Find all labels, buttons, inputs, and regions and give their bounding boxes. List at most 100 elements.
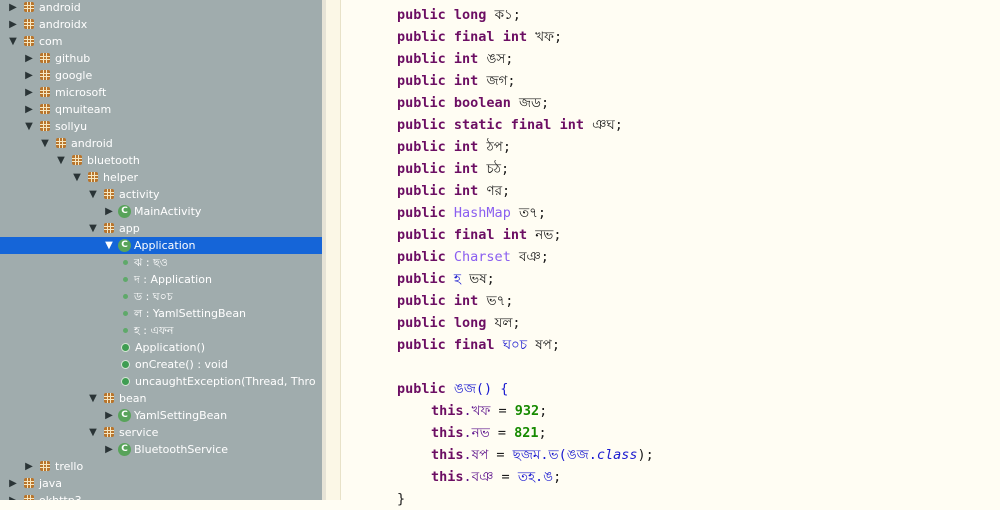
package-icon <box>104 427 114 437</box>
field-type: Charset <box>453 249 511 265</box>
expanded-arrow-icon[interactable]: ▼ <box>56 152 66 169</box>
this-keyword: this <box>431 403 464 419</box>
tree-item[interactable]: ▼ com <box>0 33 322 50</box>
field-name: ষপ; <box>535 337 560 353</box>
method-icon <box>121 377 130 386</box>
expanded-arrow-icon[interactable]: ▼ <box>72 169 82 186</box>
code-editor[interactable]: public long ক১; public final int খফ; publi… <box>397 0 1000 507</box>
tree-item[interactable]: Application() <box>0 339 322 356</box>
code-line[interactable]: public final int নভ; <box>397 224 561 246</box>
collapsed-arrow-icon[interactable]: ▶ <box>24 101 34 118</box>
code-line[interactable]: public HashMap ত৭; <box>397 202 546 224</box>
tree-item[interactable]: ▶ github <box>0 50 322 67</box>
tree-item[interactable]: ▶ androidx <box>0 16 322 33</box>
code-line[interactable]: public int ভ৭; <box>397 290 513 312</box>
expanded-arrow-icon[interactable]: ▼ <box>88 390 98 407</box>
expanded-arrow-icon[interactable]: ▼ <box>8 33 18 50</box>
code-line[interactable]: } <box>397 488 405 510</box>
tree-item[interactable]: onCreate() : void <box>0 356 322 373</box>
field-name: ঠপ; <box>486 139 511 155</box>
tree-item[interactable]: ▶ C YamlSettingBean <box>0 407 322 424</box>
code-line[interactable]: public int চঠ; <box>397 158 509 180</box>
field-type: int <box>453 293 479 309</box>
collapsed-arrow-icon[interactable]: ▶ <box>8 16 18 33</box>
project-tree-panel[interactable]: ▶ android ▶ androidx ▼ com ▶ github ▶ google ▶ micr… <box>0 0 322 500</box>
tree-item[interactable]: ▼ C Application <box>0 237 322 254</box>
tree-item[interactable]: ▶ C BluetoothService <box>0 441 322 458</box>
field-type: int <box>559 117 584 133</box>
tree-item-label: github <box>55 52 91 65</box>
field-type: ঘ০চ <box>502 337 528 353</box>
field-icon <box>123 260 128 265</box>
tree-item[interactable]: ▶ java <box>0 475 322 492</box>
collapsed-arrow-icon[interactable]: ▶ <box>24 84 34 101</box>
tree-item-label: uncaughtException(Thread, Thro <box>135 375 316 388</box>
field-reference: .খফ <box>463 403 491 419</box>
tree-item[interactable]: ▼ activity <box>0 186 322 203</box>
code-line[interactable]: this.খফ = 932; <box>431 400 547 422</box>
code-line[interactable]: public final int খফ; <box>397 26 562 48</box>
code-line[interactable]: public int ণর; <box>397 180 510 202</box>
tree-item[interactable]: ▶ trello <box>0 458 322 475</box>
code-line[interactable]: public long যল; <box>397 312 521 334</box>
tree-item[interactable]: দ : Application <box>0 271 322 288</box>
code-line[interactable]: public int ঙস; <box>397 48 513 70</box>
package-icon <box>56 138 66 148</box>
collapsed-arrow-icon[interactable]: ▶ <box>24 67 34 84</box>
tree-item[interactable]: ▼ bean <box>0 390 322 407</box>
tree-item[interactable]: ▶ okhttp3 <box>0 492 322 500</box>
tree-item-label: activity <box>119 188 160 201</box>
code-line[interactable]: public static final int ঞঘ; <box>397 114 623 136</box>
collapsed-arrow-icon[interactable]: ▶ <box>104 203 114 220</box>
collapsed-arrow-icon[interactable]: ▶ <box>104 407 114 424</box>
collapsed-arrow-icon[interactable]: ▶ <box>104 441 114 458</box>
tree-item[interactable]: ▶ android <box>0 0 322 16</box>
tree-item[interactable]: ▼ helper <box>0 169 322 186</box>
tree-item[interactable]: হ : এফন <box>0 322 322 339</box>
expression: তহ.ঙ <box>517 469 554 485</box>
code-line[interactable]: this.বঞ = তহ.ঙ; <box>431 466 561 488</box>
collapsed-arrow-icon[interactable]: ▶ <box>8 492 18 500</box>
tree-item-label: okhttp3 <box>39 492 82 500</box>
tree-item[interactable]: ▶ qmuiteam <box>0 101 322 118</box>
collapsed-arrow-icon[interactable]: ▶ <box>8 0 18 16</box>
tree-item[interactable]: ▼ app <box>0 220 322 237</box>
code-line[interactable]: public Charset বঞ; <box>397 246 549 268</box>
assign-operator: = <box>488 447 513 463</box>
expanded-arrow-icon[interactable]: ▼ <box>24 118 34 135</box>
tree-item[interactable]: uncaughtException(Thread, Thro <box>0 373 322 390</box>
tree-item[interactable]: ▼ sollyu <box>0 118 322 135</box>
code-line[interactable]: public boolean জড; <box>397 92 549 114</box>
modifier-keyword: public <box>397 161 446 177</box>
field-type: হ <box>453 271 462 287</box>
collapsed-arrow-icon[interactable]: ▶ <box>24 50 34 67</box>
tree-item[interactable]: ▶ google <box>0 67 322 84</box>
package-icon <box>40 461 50 471</box>
expanded-arrow-icon[interactable]: ▼ <box>104 237 114 254</box>
tree-item[interactable]: ড : ঘ০চ <box>0 288 322 305</box>
expanded-arrow-icon[interactable]: ▼ <box>40 135 50 152</box>
code-line[interactable]: public int ঠপ; <box>397 136 511 158</box>
code-line[interactable]: public int জগ; <box>397 70 516 92</box>
code-line[interactable]: public ঙজ() { <box>397 378 508 400</box>
collapsed-arrow-icon[interactable]: ▶ <box>8 475 18 492</box>
tree-item-label: ঝ : ছও <box>134 256 168 269</box>
expanded-arrow-icon[interactable]: ▼ <box>88 424 98 441</box>
tree-item-label: onCreate() : void <box>135 358 228 371</box>
tree-item[interactable]: ▼ android <box>0 135 322 152</box>
collapsed-arrow-icon[interactable]: ▶ <box>24 458 34 475</box>
tree-item[interactable]: ▶ C MainActivity <box>0 203 322 220</box>
tree-item[interactable]: ঝ : ছও <box>0 254 322 271</box>
code-line[interactable]: public হ ভষ; <box>397 268 495 290</box>
tree-item[interactable]: ল : YamlSettingBean <box>0 305 322 322</box>
expanded-arrow-icon[interactable]: ▼ <box>88 220 98 237</box>
expanded-arrow-icon[interactable]: ▼ <box>88 186 98 203</box>
code-line[interactable]: public final ঘ০চ ষপ; <box>397 334 560 356</box>
tree-item[interactable]: ▼ service <box>0 424 322 441</box>
code-line[interactable]: this.নভ = 821; <box>431 422 547 444</box>
tree-item[interactable]: ▶ microsoft <box>0 84 322 101</box>
tree-item[interactable]: ▼ bluetooth <box>0 152 322 169</box>
code-line[interactable]: this.ষপ = ছজম.ভ(ঙজ.class); <box>431 444 654 466</box>
package-icon <box>104 189 114 199</box>
code-line[interactable]: public long ক১; <box>397 4 521 26</box>
